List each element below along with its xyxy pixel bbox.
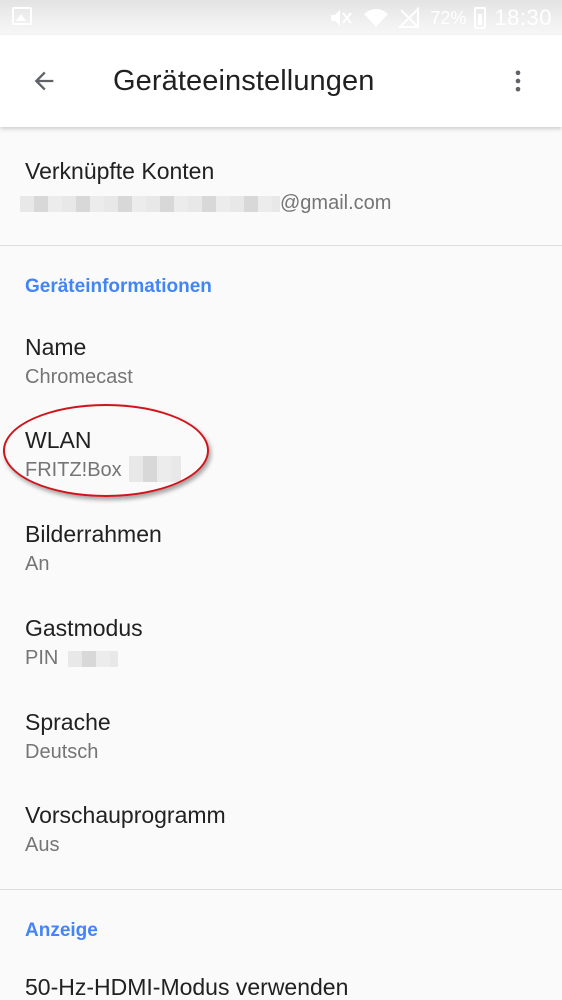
more-vert-icon <box>515 70 521 92</box>
signal-off-icon <box>398 7 422 29</box>
linked-accounts-email: @gmail.com <box>20 188 545 218</box>
email-domain: @gmail.com <box>280 192 392 214</box>
back-button[interactable] <box>20 57 68 105</box>
divider <box>0 245 562 246</box>
setting-item-wlan[interactable]: WLAN FRITZ!Box <box>25 425 545 485</box>
setting-item-bilderrahmen[interactable]: Bilderrahmen An <box>25 519 545 579</box>
setting-item-sprache[interactable]: Sprache Deutsch <box>25 707 545 767</box>
arrow-back-icon <box>34 71 54 91</box>
linked-accounts-item[interactable]: Verknüpfte Konten @gmail.com <box>20 156 545 218</box>
setting-value: An <box>25 553 50 575</box>
setting-title: Gastmodus <box>25 615 143 641</box>
wifi-icon <box>362 7 390 29</box>
section-header-display: Anzeige <box>25 920 98 941</box>
more-options-button[interactable] <box>494 57 542 105</box>
setting-title: Sprache <box>25 709 111 735</box>
setting-title: Vorschauprogramm <box>25 802 226 828</box>
setting-value: Deutsch <box>25 741 99 763</box>
setting-item-vorschauprogramm[interactable]: Vorschauprogramm Aus <box>25 800 545 860</box>
status-bar: 72% 18:30 <box>0 0 562 35</box>
clock: 18:30 <box>494 5 552 30</box>
setting-title: 50-Hz-HDMI-Modus verwenden <box>25 974 349 1000</box>
app-bar: Geräteeinstellungen <box>0 35 562 127</box>
status-icons: 72% 18:30 <box>328 4 552 32</box>
section-header-device-info: Geräteinformationen <box>25 276 212 297</box>
setting-title: WLAN <box>25 427 92 453</box>
setting-title: Bilderrahmen <box>25 521 162 547</box>
mute-icon <box>328 7 354 29</box>
setting-value: Chromecast <box>25 366 133 388</box>
setting-item-gastmodus[interactable]: Gastmodus PIN <box>25 613 545 673</box>
battery-icon <box>474 7 487 29</box>
setting-value: Aus <box>25 834 60 856</box>
divider <box>0 889 562 890</box>
setting-value-wlan: FRITZ!Box <box>25 455 545 485</box>
wlan-ssid: FRITZ!Box <box>25 459 122 481</box>
pin-label: PIN <box>25 647 59 669</box>
setting-title: Name <box>25 334 87 360</box>
setting-value-gastmodus: PIN <box>25 643 545 673</box>
redacted-ssid <box>129 456 182 482</box>
page-title: Geräteeinstellungen <box>113 65 375 97</box>
redacted-pin <box>67 650 118 667</box>
setting-item-hdmi-50hz[interactable]: 50-Hz-HDMI-Modus verwenden <box>25 972 545 1000</box>
gallery-icon <box>12 7 32 25</box>
settings-list: Verknüpfte Konten @gmail.com Geräteinfor… <box>0 127 562 1000</box>
battery-percent: 72% <box>430 7 467 28</box>
linked-accounts-title: Verknüpfte Konten <box>25 158 215 184</box>
setting-item-name[interactable]: Name Chromecast <box>25 332 545 392</box>
redacted-email <box>20 195 280 212</box>
